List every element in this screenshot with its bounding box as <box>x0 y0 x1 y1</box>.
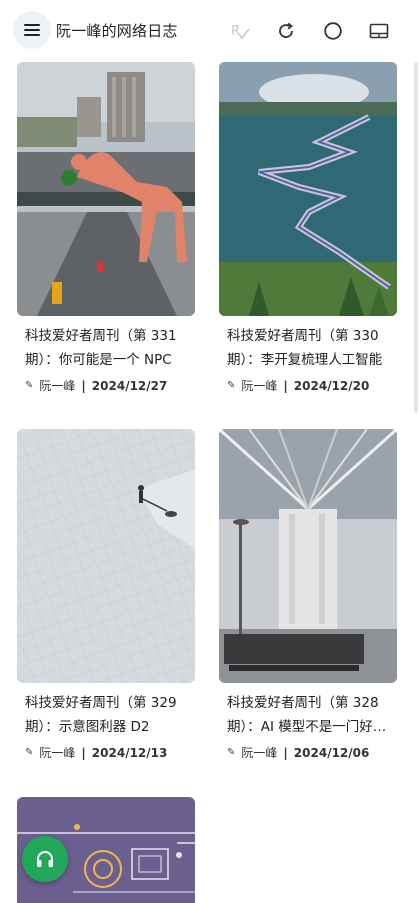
post-date: 2024/12/13 <box>91 745 168 760</box>
menu-button[interactable] <box>13 11 51 49</box>
post-card[interactable]: 科技爱好者周刊（第 330 期）：李开复梳理人工智能 ✎ 阮一峰 | 2024/… <box>219 62 397 394</box>
refresh-icon <box>279 22 293 38</box>
spell-check-button[interactable]: R <box>229 20 251 42</box>
reader-mode-icon <box>369 23 389 39</box>
station-waiting-hall-image <box>219 429 397 683</box>
city-giraffe-bridge-image <box>17 62 195 316</box>
post-date: 2024/12/20 <box>293 378 370 393</box>
snow-plaza-worker-image <box>17 429 195 683</box>
menu-icon <box>24 24 40 36</box>
reader-mode-button[interactable] <box>368 20 390 42</box>
post-title[interactable]: 科技爱好者周刊（第 329 期）：示意图利器 D2 <box>17 691 195 739</box>
post-meta: ✎ 阮一峰 | 2024/12/13 <box>17 744 195 761</box>
headphones-icon <box>37 851 53 867</box>
post-author: 阮一峰 <box>39 379 76 393</box>
separator: | <box>283 745 288 760</box>
post-thumbnail[interactable] <box>219 429 397 683</box>
post-thumbnail[interactable] <box>17 62 195 316</box>
post-card[interactable]: 科技爱好者周刊（第 329 期）：示意图利器 D2 ✎ 阮一峰 | 2024/1… <box>17 429 195 761</box>
circle-button[interactable] <box>322 20 344 42</box>
author-icon: ✎ <box>227 380 236 391</box>
post-thumbnail[interactable] <box>17 429 195 683</box>
audio-fab-button[interactable] <box>22 836 68 882</box>
circle-icon <box>324 22 342 40</box>
post-meta: ✎ 阮一峰 | 2024/12/27 <box>17 377 195 394</box>
separator: | <box>81 745 86 760</box>
post-meta: ✎ 阮一峰 | 2024/12/20 <box>219 377 397 394</box>
post-title[interactable]: 科技爱好者周刊（第 330 期）：李开复梳理人工智能 <box>219 324 397 372</box>
post-title[interactable]: 科技爱好者周刊（第 331 期）：你可能是一个 NPC <box>17 324 195 372</box>
site-title[interactable]: 阮一峰的网络日志 <box>56 20 178 41</box>
post-author: 阮一峰 <box>241 746 278 760</box>
scrollbar[interactable] <box>414 62 418 412</box>
winding-lake-walkway-image <box>219 62 397 316</box>
post-author: 阮一峰 <box>241 379 278 393</box>
author-icon: ✎ <box>227 747 236 758</box>
post-author: 阮一峰 <box>39 746 76 760</box>
post-meta: ✎ 阮一峰 | 2024/12/06 <box>219 744 397 761</box>
post-date: 2024/12/06 <box>293 745 370 760</box>
refresh-button[interactable] <box>275 20 297 42</box>
post-title[interactable]: 科技爱好者周刊（第 328 期）：AI 模型不是一门好… <box>219 691 397 739</box>
spell-check-icon: R <box>231 24 250 40</box>
post-date: 2024/12/27 <box>91 378 168 393</box>
separator: | <box>283 378 288 393</box>
svg-text:R: R <box>231 24 240 39</box>
post-card[interactable]: 科技爱好者周刊（第 328 期）：AI 模型不是一门好… ✎ 阮一峰 | 202… <box>219 429 397 761</box>
post-card[interactable]: 科技爱好者周刊（第 331 期）：你可能是一个 NPC ✎ 阮一峰 | 2024… <box>17 62 195 394</box>
post-thumbnail[interactable] <box>219 62 397 316</box>
author-icon: ✎ <box>25 747 34 758</box>
separator: | <box>81 378 86 393</box>
author-icon: ✎ <box>25 380 34 391</box>
top-bar: 阮一峰的网络日志 R <box>0 0 419 62</box>
